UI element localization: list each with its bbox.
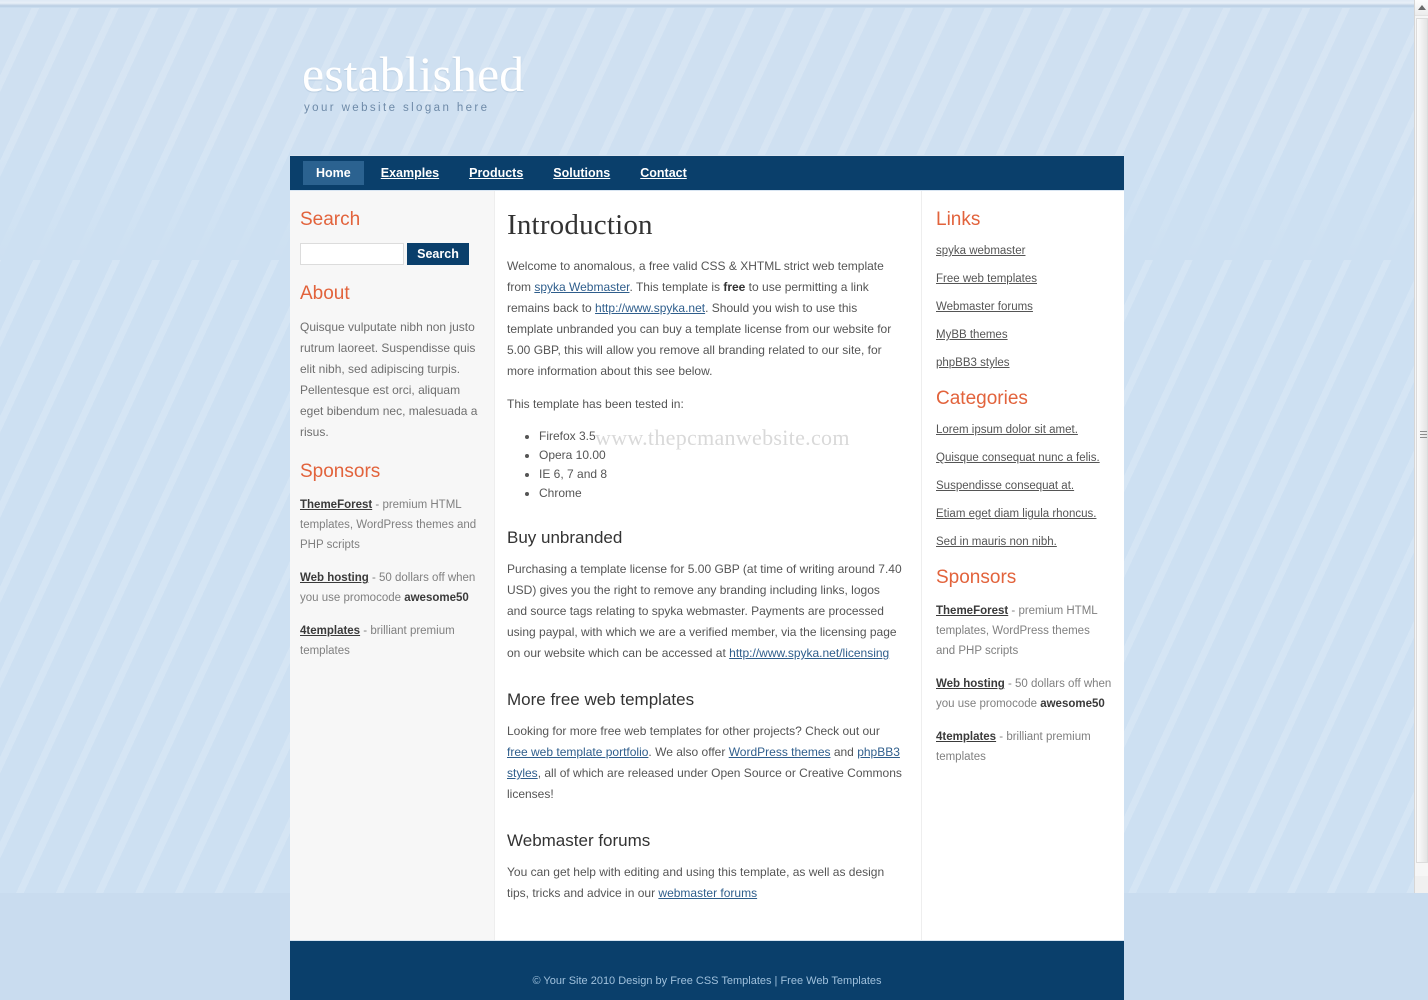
site-logo: established	[302, 46, 525, 102]
list-item: Lorem ipsum dolor sit amet.	[936, 422, 1112, 437]
category-link-4[interactable]: Etiam eget diam ligula rhoncus.	[936, 508, 1096, 520]
search-input[interactable]	[300, 243, 404, 265]
category-link-2[interactable]: Quisque consequat nunc a felis.	[936, 452, 1100, 464]
sponsor-item: Web hosting - 50 dollars off when you us…	[300, 568, 480, 608]
more-text-a: Looking for more free web templates for …	[507, 724, 880, 738]
link-wordpress-themes[interactable]: WordPress themes	[729, 745, 831, 759]
scrollbar-thumb[interactable]	[1416, 18, 1428, 863]
webmaster-forums-paragraph: You can get help with editing and using …	[507, 862, 903, 904]
main-navigation: Home Examples Products Solutions Contact	[290, 155, 1124, 191]
nav-item-examples[interactable]: Examples	[368, 161, 452, 185]
browser-list: Firefox 3.5 Opera 10.00 IE 6, 7 and 8 Ch…	[507, 427, 903, 502]
more-templates-heading: More free web templates	[507, 690, 695, 709]
sponsor-link-web-hosting[interactable]: Web hosting	[300, 572, 369, 584]
more-templates-paragraph: Looking for more free web templates for …	[507, 721, 903, 805]
link-free-web-template-portfolio[interactable]: free web template portfolio	[507, 745, 648, 759]
left-sidebar: Search Search About Quisque vulputate ni…	[290, 191, 495, 940]
link-spyka-net[interactable]: http://www.spyka.net	[595, 301, 705, 315]
footer-copyright: © Your Site 2010 Design by Free CSS Temp…	[532, 975, 882, 987]
link-free-web-templates[interactable]: Free web templates	[936, 273, 1037, 285]
scrollbar-track[interactable]	[1415, 16, 1428, 876]
categories-list: Lorem ipsum dolor sit amet. Quisque cons…	[936, 422, 1112, 549]
page-title: Introduction	[507, 209, 653, 241]
tested-in-text: This template has been tested in:	[507, 397, 684, 411]
category-link-5[interactable]: Sed in mauris non nibh.	[936, 536, 1057, 548]
list-item: Suspendisse consequat at.	[936, 478, 1112, 493]
more-text-d: , all of which are released under Open S…	[507, 766, 902, 801]
sponsor-link-4templates[interactable]: 4templates	[936, 731, 996, 743]
right-sidebar: Links spyka webmaster Free web templates…	[921, 191, 1124, 940]
nav-item-contact[interactable]: Contact	[627, 161, 700, 185]
list-item: Etiam eget diam ligula rhoncus.	[936, 506, 1112, 521]
about-heading: About	[300, 283, 350, 304]
search-button[interactable]: Search	[407, 243, 469, 265]
search-form: Search	[300, 243, 480, 265]
right-sponsors-heading: Sponsors	[936, 567, 1017, 588]
sponsor-item: ThemeForest - premium HTML templates, Wo…	[300, 495, 480, 555]
intro-bold-free: free	[723, 280, 746, 294]
list-item: phpBB3 styles	[936, 355, 1112, 370]
sponsor-item: 4templates - brilliant premium templates	[936, 727, 1112, 767]
link-webmaster-forums[interactable]: Webmaster forums	[936, 301, 1033, 313]
promo-code: awesome50	[404, 592, 469, 604]
sponsor-item: Web hosting - 50 dollars off when you us…	[936, 674, 1112, 714]
list-item: Firefox 3.5	[539, 427, 903, 445]
chevron-up-icon	[1418, 5, 1426, 10]
search-heading: Search	[300, 209, 361, 230]
sponsor-link-web-hosting[interactable]: Web hosting	[936, 678, 1005, 690]
site-header: established your website slogan here	[290, 0, 1124, 155]
links-list: spyka webmaster Free web templates Webma…	[936, 243, 1112, 370]
link-spyka-licensing[interactable]: http://www.spyka.net/licensing	[729, 646, 889, 660]
sponsor-item: ThemeForest - premium HTML templates, Wo…	[936, 601, 1112, 661]
list-item: Sed in mauris non nibh.	[936, 534, 1112, 549]
nav-item-products[interactable]: Products	[456, 161, 536, 185]
nav-item-home[interactable]: Home	[303, 161, 364, 185]
more-text-c: and	[830, 745, 858, 759]
list-item: Opera 10.00	[539, 446, 903, 464]
intro-paragraph: Welcome to anomalous, a free valid CSS &…	[507, 256, 903, 382]
site-footer: © Your Site 2010 Design by Free CSS Temp…	[290, 940, 1124, 1000]
buy-unbranded-heading: Buy unbranded	[507, 528, 623, 547]
webmaster-forums-heading: Webmaster forums	[507, 831, 651, 850]
list-item: Quisque consequat nunc a felis.	[936, 450, 1112, 465]
site-wrapper: established your website slogan here Hom…	[290, 0, 1124, 1000]
link-spyka-webmaster[interactable]: spyka webmaster	[936, 245, 1025, 257]
vertical-scrollbar[interactable]	[1414, 0, 1428, 893]
list-item: Webmaster forums	[936, 299, 1112, 314]
buy-unbranded-paragraph: Purchasing a template license for 5.00 G…	[507, 559, 903, 664]
list-item: Chrome	[539, 484, 903, 502]
list-item: IE 6, 7 and 8	[539, 465, 903, 483]
list-item: spyka webmaster	[936, 243, 1112, 258]
links-heading: Links	[936, 209, 981, 230]
promo-code: awesome50	[1040, 698, 1105, 710]
grip-icon	[1420, 431, 1427, 440]
more-text-b: . We also offer	[648, 745, 729, 759]
content-area: Search Search About Quisque vulputate ni…	[290, 191, 1124, 940]
list-item: MyBB themes	[936, 327, 1112, 342]
category-link-1[interactable]: Lorem ipsum dolor sit amet.	[936, 424, 1078, 436]
left-sponsors-heading: Sponsors	[300, 461, 381, 482]
sponsor-link-4templates[interactable]: 4templates	[300, 625, 360, 637]
nav-item-solutions[interactable]: Solutions	[540, 161, 623, 185]
intro-text-b: . This template is	[629, 280, 724, 294]
list-item: Free web templates	[936, 271, 1112, 286]
sponsor-item: 4templates - brilliant premium templates	[300, 621, 480, 661]
link-spyka-webmaster[interactable]: spyka Webmaster	[534, 280, 629, 294]
link-mybb-themes[interactable]: MyBB themes	[936, 329, 1008, 341]
link-webmaster-forums[interactable]: webmaster forums	[658, 886, 757, 900]
about-text: Quisque vulputate nibh non justo rutrum …	[300, 320, 478, 439]
main-content: Introduction Welcome to anomalous, a fre…	[495, 191, 921, 940]
sponsor-link-themeforest[interactable]: ThemeForest	[300, 499, 372, 511]
link-phpbb3-styles[interactable]: phpBB3 styles	[936, 357, 1010, 369]
category-link-3[interactable]: Suspendisse consequat at.	[936, 480, 1074, 492]
categories-heading: Categories	[936, 388, 1028, 409]
site-slogan: your website slogan here	[304, 102, 490, 114]
sponsor-link-themeforest[interactable]: ThemeForest	[936, 605, 1008, 617]
scroll-up-button[interactable]	[1415, 0, 1428, 16]
